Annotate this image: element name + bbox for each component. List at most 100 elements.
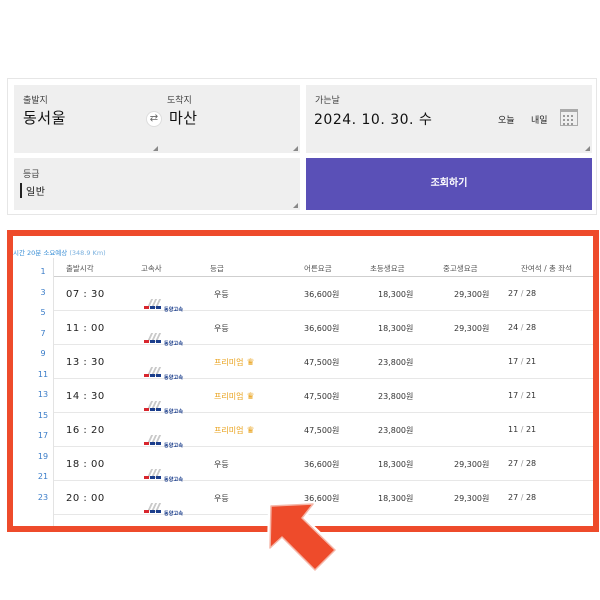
seats-separator: / [518, 459, 526, 468]
col-seats: 잔여석 / 총 좌석 [521, 264, 573, 273]
grade-text: 우등 [214, 290, 229, 299]
pointer-arrow-icon [267, 501, 338, 573]
col-grade: 등급 [210, 264, 224, 273]
seats-left: 27 [508, 289, 519, 298]
date-value[interactable]: 2024. 10. 30. 수 [314, 109, 432, 129]
tomorrow-button[interactable]: 내일 [531, 113, 548, 126]
hour-link[interactable]: 11 [36, 370, 50, 379]
child-fare: 18,300원 [378, 494, 414, 503]
arrival-value[interactable]: 마산 [169, 107, 198, 128]
bus-grade: 프리미엄 ♛ [214, 391, 255, 402]
grade-value[interactable]: 일반 [20, 183, 45, 198]
departure-time: 07 : 30 [66, 289, 105, 300]
departure-time: 11 : 00 [66, 323, 105, 334]
seats-total: 28 [525, 323, 537, 332]
table-row[interactable]: 07 : 30 동양고속 우등 36,600원 18,300원 29,300원 27 / 2… [54, 277, 593, 313]
bus-grade: 우등 [214, 459, 229, 470]
seats-total: 21 [525, 391, 537, 400]
seat-availability: 17 / 21 [508, 391, 536, 400]
table-row[interactable]: 18 : 00 동양고속 우등 36,600원 18,300원 29,300원 27 / 2… [54, 447, 593, 483]
company-logo: 동양고속 [142, 287, 188, 313]
bus-grade: 프리미엄 ♛ [214, 357, 255, 368]
grade-label: 등급 [23, 170, 40, 180]
seat-availability: 24 / 28 [508, 323, 536, 332]
resize-corner-icon [293, 203, 298, 208]
date-field[interactable]: 가는날 2024. 10. 30. 수 오늘 내일 [306, 85, 592, 153]
hour-link[interactable]: 9 [36, 349, 50, 358]
adult-fare: 47,500원 [304, 392, 340, 401]
table-row[interactable]: 16 : 20 동양고속 프리미엄 ♛ 47,500원 23,800원 11 / 21 [54, 413, 593, 449]
hour-link[interactable]: 3 [36, 288, 50, 297]
grade-text: 프리미엄 [214, 426, 244, 435]
seats-left: 27 [508, 459, 519, 468]
company-logo: 동양고속 [142, 321, 188, 347]
departure-time: 18 : 00 [66, 459, 105, 470]
search-form: 출발지 동서울 ⇄ 도착지 마산 가는날 2024. 10. 30. 수 오늘 … [7, 78, 597, 215]
child-fare: 18,300원 [378, 290, 414, 299]
company-logo: 동양고속 [142, 355, 188, 381]
table-row[interactable]: 14 : 30 동양고속 프리미엄 ♛ 47,500원 23,800원 17 / 21 [54, 379, 593, 415]
search-button[interactable]: 조회하기 [306, 158, 592, 210]
child-fare: 23,800원 [378, 426, 414, 435]
seats-separator: / [518, 289, 526, 298]
grade-text: 우등 [214, 324, 229, 333]
seats-left: 17 [508, 391, 519, 400]
date-label: 가는날 [315, 96, 340, 106]
arrival-field[interactable]: 도착지 마산 [159, 85, 300, 153]
company-logo: 동양고속 [142, 389, 188, 415]
table-row[interactable]: 11 : 00 동양고속 우등 36,600원 18,300원 29,300원 24 / 2… [54, 311, 593, 347]
teen-fare: 29,300원 [454, 290, 490, 299]
company-logo: 동양고속 [142, 491, 188, 517]
departure-field[interactable]: 출발지 동서울 [14, 85, 160, 153]
hour-link[interactable]: 19 [36, 452, 50, 461]
adult-fare: 36,600원 [304, 460, 340, 469]
grade-text: 우등 [214, 494, 229, 503]
grade-text: 우등 [214, 460, 229, 469]
seat-availability: 27 / 28 [508, 493, 536, 502]
departure-label: 출발지 [23, 96, 48, 106]
seats-total: 28 [525, 459, 537, 468]
departure-time: 20 : 00 [66, 493, 105, 504]
seats-separator: / [518, 357, 526, 366]
hour-link[interactable]: 15 [36, 411, 50, 420]
hour-link[interactable]: 13 [36, 390, 50, 399]
child-fare: 18,300원 [378, 460, 414, 469]
hour-link[interactable]: 1 [36, 267, 50, 276]
hour-link[interactable]: 5 [36, 308, 50, 317]
hour-link[interactable]: 21 [36, 472, 50, 481]
table-row[interactable]: 13 : 30 동양고속 프리미엄 ♛ 47,500원 23,800원 17 / 21 [54, 345, 593, 381]
teen-fare: 29,300원 [454, 324, 490, 333]
seats-separator: / [518, 323, 526, 332]
resize-corner-icon [585, 146, 590, 151]
bus-grade: 우등 [214, 289, 229, 300]
bus-grade: 우등 [214, 323, 229, 334]
seats-left: 24 [508, 323, 519, 332]
seats-separator: / [518, 425, 526, 434]
swap-arrows-icon[interactable]: ⇄ [146, 111, 162, 127]
today-button[interactable]: 오늘 [498, 113, 515, 126]
calendar-icon[interactable] [560, 109, 578, 126]
route-summary: 시간 20분 소요예상 (348.9 Km) [13, 247, 106, 257]
seats-total: 21 [525, 425, 537, 434]
hour-link[interactable]: 17 [36, 431, 50, 440]
col-teen: 중고생요금 [443, 264, 478, 273]
resize-corner-icon [293, 146, 298, 151]
bus-grade: 우등 [214, 493, 229, 504]
company-logo: 동양고속 [142, 423, 188, 449]
company-name: 동양고속 [164, 511, 184, 517]
child-fare: 18,300원 [378, 324, 414, 333]
seat-availability: 17 / 21 [508, 357, 536, 366]
grade-field[interactable]: 등급 일반 [14, 158, 300, 210]
departure-value[interactable]: 동서울 [23, 107, 66, 128]
hour-link[interactable]: 23 [36, 493, 50, 502]
departure-time: 13 : 30 [66, 357, 105, 368]
adult-fare: 47,500원 [304, 426, 340, 435]
grade-text: 프리미엄 [214, 392, 244, 401]
child-fare: 23,800원 [378, 358, 414, 367]
seats-separator: / [518, 391, 526, 400]
hour-link[interactable]: 7 [36, 329, 50, 338]
arrival-label: 도착지 [167, 96, 192, 106]
child-fare: 23,800원 [378, 392, 414, 401]
seats-total: 21 [525, 357, 537, 366]
col-company: 고속사 [141, 264, 162, 273]
